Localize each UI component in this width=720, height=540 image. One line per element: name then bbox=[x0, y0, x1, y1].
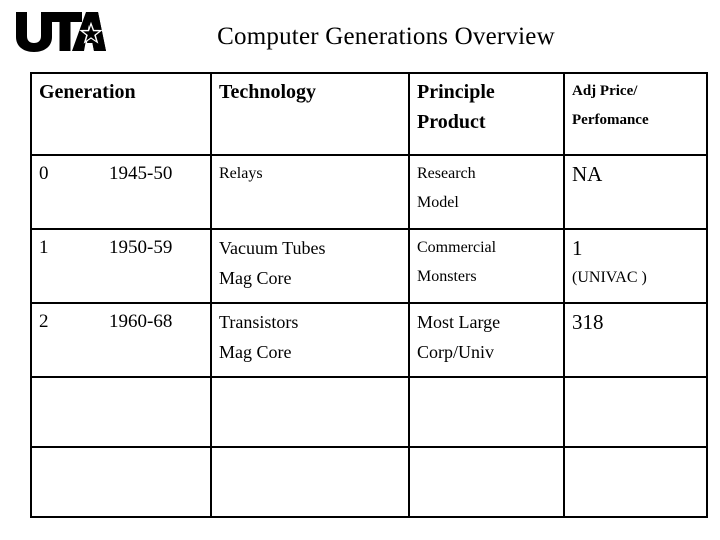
table-row: 2 1960-68 Transistors Mag Core Most Larg… bbox=[30, 302, 708, 378]
technology-line1: Relays bbox=[219, 165, 263, 182]
price-line1: NA bbox=[572, 162, 603, 186]
principle-line2: Corp/Univ bbox=[417, 342, 495, 362]
cell-adj-price-performance-empty bbox=[563, 376, 708, 448]
price-line2: (UNIVAC ) bbox=[572, 269, 647, 286]
generation-years: 1960-68 bbox=[109, 311, 173, 332]
generation-years: 1945-50 bbox=[109, 163, 173, 184]
price-line1: 318 bbox=[572, 310, 604, 334]
cell-principle-product-empty bbox=[408, 446, 565, 518]
cell-technology: Vacuum Tubes Mag Core bbox=[210, 228, 410, 304]
principle-line1: Research bbox=[417, 165, 476, 182]
table-row-empty bbox=[30, 446, 708, 518]
cell-principle-product: Research Model bbox=[408, 154, 565, 230]
principle-line1: Most Large bbox=[417, 312, 501, 332]
generation-number: 2 bbox=[39, 311, 49, 332]
table-row: 1 1950-59 Vacuum Tubes Mag Core Commerci… bbox=[30, 228, 708, 304]
cell-technology: Transistors Mag Core bbox=[210, 302, 410, 378]
column-header-generation-label: Generation bbox=[39, 81, 136, 103]
column-header-generation: Generation bbox=[30, 72, 212, 156]
generation-number: 0 bbox=[39, 163, 49, 184]
computer-generations-table: Generation Technology Principle Product … bbox=[30, 72, 708, 518]
cell-adj-price-performance-empty bbox=[563, 446, 708, 518]
technology-line1: Vacuum Tubes bbox=[219, 238, 326, 258]
principle-line1: Commercial bbox=[417, 239, 497, 256]
technology-line2: Mag Core bbox=[219, 342, 292, 362]
column-header-price-line1: Adj Price/ bbox=[572, 83, 638, 99]
generation-number: 1 bbox=[39, 237, 49, 258]
page-title: Computer Generations Overview bbox=[217, 23, 555, 50]
column-header-adj-price-performance: Adj Price/ Perfomance bbox=[563, 72, 708, 156]
column-header-technology: Technology bbox=[210, 72, 410, 156]
cell-adj-price-performance: 1 (UNIVAC ) bbox=[563, 228, 708, 304]
column-header-principle-product: Principle Product bbox=[408, 72, 565, 156]
cell-principle-product: Most Large Corp/Univ bbox=[408, 302, 565, 378]
column-header-price-line2: Perfomance bbox=[572, 112, 649, 128]
table-row-empty bbox=[30, 376, 708, 448]
cell-adj-price-performance: NA bbox=[563, 154, 708, 230]
cell-technology: Relays bbox=[210, 154, 410, 230]
cell-generation-empty bbox=[30, 376, 212, 448]
technology-line1: Transistors bbox=[219, 312, 299, 332]
principle-line2: Monsters bbox=[417, 268, 477, 285]
slide-header: Computer Generations Overview bbox=[0, 0, 720, 72]
column-header-principle-line1: Principle bbox=[417, 81, 495, 103]
cell-adj-price-performance: 318 bbox=[563, 302, 708, 378]
column-header-technology-label: Technology bbox=[219, 81, 317, 103]
cell-technology-empty bbox=[210, 376, 410, 448]
cell-principle-product: Commercial Monsters bbox=[408, 228, 565, 304]
table-row: 0 1945-50 Relays Research Model NA bbox=[30, 154, 708, 230]
cell-technology-empty bbox=[210, 446, 410, 518]
generation-years: 1950-59 bbox=[109, 237, 173, 258]
principle-line2: Model bbox=[417, 194, 459, 211]
technology-line2: Mag Core bbox=[219, 268, 292, 288]
table-header-row: Generation Technology Principle Product … bbox=[30, 72, 708, 156]
cell-generation: 0 1945-50 bbox=[30, 154, 212, 230]
cell-generation-empty bbox=[30, 446, 212, 518]
cell-generation: 1 1950-59 bbox=[30, 228, 212, 304]
price-line1: 1 bbox=[572, 236, 583, 260]
column-header-principle-line2: Product bbox=[417, 111, 486, 133]
cell-generation: 2 1960-68 bbox=[30, 302, 212, 378]
cell-principle-product-empty bbox=[408, 376, 565, 448]
